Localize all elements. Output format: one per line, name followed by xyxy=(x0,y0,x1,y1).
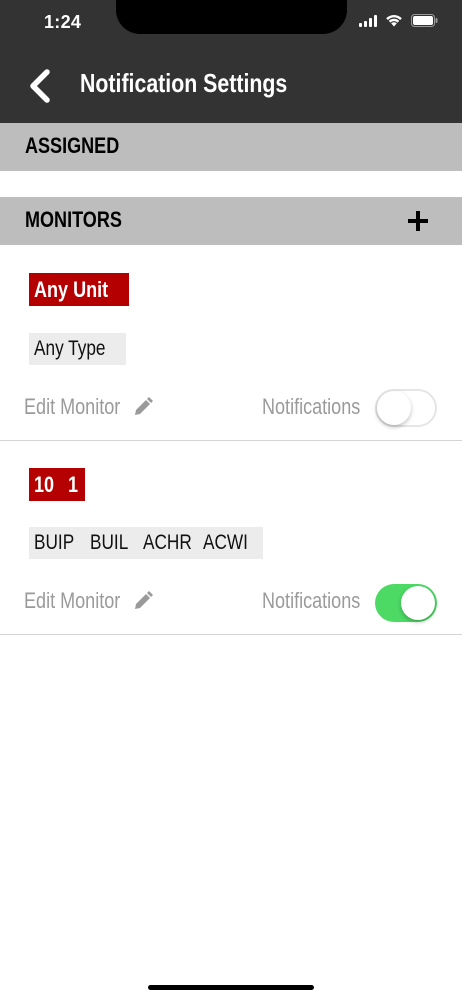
notifications-label: Notifications xyxy=(262,394,361,419)
back-button[interactable] xyxy=(22,66,58,106)
assigned-section-label: ASSIGNED xyxy=(25,133,120,158)
notifications-toggle[interactable] xyxy=(375,584,437,622)
unit-chip: Any Unit xyxy=(29,273,130,306)
divider xyxy=(0,440,462,441)
monitors-section-label: MONITORS xyxy=(25,207,122,232)
signal-icon xyxy=(359,14,377,27)
toggle-knob xyxy=(377,391,411,425)
divider xyxy=(0,634,462,635)
notifications-label: Notifications xyxy=(262,588,361,613)
assigned-section-header: ASSIGNED xyxy=(0,123,462,171)
unit-chip: 1 xyxy=(63,468,86,501)
status-icons xyxy=(359,14,438,27)
monitors-section-header: MONITORS xyxy=(0,197,462,245)
battery-icon xyxy=(411,14,438,27)
type-chip: ACWI xyxy=(198,527,263,559)
status-time: 1:24 xyxy=(44,12,82,32)
notifications-toggle[interactable] xyxy=(375,389,437,427)
edit-monitor-label: Edit Monitor xyxy=(24,394,121,419)
page-title: Notification Settings xyxy=(80,68,288,98)
pencil-icon xyxy=(135,591,154,609)
edit-monitor-button[interactable]: Edit Monitor xyxy=(24,586,154,616)
home-indicator xyxy=(148,985,314,990)
device-notch xyxy=(116,0,347,34)
pencil-icon xyxy=(135,397,154,415)
edit-monitor-label: Edit Monitor xyxy=(24,588,121,613)
type-chip: Any Type xyxy=(29,333,127,365)
toggle-knob xyxy=(401,586,435,620)
app-header: 1:24 Notification Settings xyxy=(0,0,462,123)
wifi-icon xyxy=(386,15,402,27)
type-chip: BUIP xyxy=(29,527,89,559)
add-monitor-button[interactable] xyxy=(404,207,432,235)
edit-monitor-button[interactable]: Edit Monitor xyxy=(24,392,154,422)
unit-chip: 10 xyxy=(29,468,64,501)
chevron-left-icon xyxy=(30,69,50,103)
type-chip: BUIL xyxy=(85,527,142,559)
